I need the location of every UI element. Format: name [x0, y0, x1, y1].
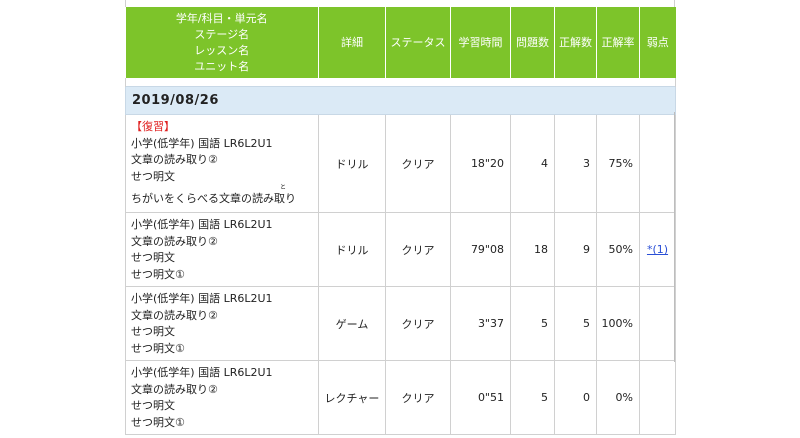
rate-cell: 0%: [596, 360, 640, 435]
study-history-table-wrap: 学年/科目・単元名 ステージ名 レッスン名 ユニット名 詳細 ステータス 学習時…: [125, 7, 676, 435]
scroll-divider: [674, 112, 675, 362]
table-row: 小学(低学年) 国語 LR6L2U1 文章の読み取り② せつ明文 せつ明文① ゲ…: [125, 286, 676, 361]
header-unit-line-2: ステージ名: [194, 27, 250, 41]
status-cell: クリア: [385, 212, 451, 287]
unit-line-unit-wrap: と ちがいをくらべる文章の読み取り: [131, 185, 318, 208]
unit-cell: 小学(低学年) 国語 LR6L2U1 文章の読み取り② せつ明文 せつ明文①: [125, 360, 319, 435]
time-cell: 0"51: [450, 360, 511, 435]
unit-line-unit: せつ明文①: [131, 341, 185, 355]
correct-cell: 5: [554, 286, 597, 361]
unit-line-grade: 小学(低学年) 国語 LR6L2U1: [131, 292, 273, 305]
time-cell: 79"08: [450, 212, 511, 287]
unit-line-lesson: せつ明文: [131, 251, 175, 264]
unit-line-unit: せつ明文①: [131, 267, 185, 281]
detail-cell: ドリル: [318, 114, 386, 213]
ruby-annotation: と: [280, 184, 287, 191]
time-cell: 3"37: [450, 286, 511, 361]
spacer-row: [125, 78, 676, 87]
unit-line-unit: せつ明文①: [131, 415, 185, 429]
unit-line-lesson: せつ明文: [131, 169, 175, 183]
detail-cell: レクチャー: [318, 360, 386, 435]
unit-cell: 【復習】 小学(低学年) 国語 LR6L2U1 文章の読み取り② せつ明文 と …: [125, 114, 319, 213]
status-cell: クリア: [385, 114, 451, 213]
study-history-table: 学年/科目・単元名 ステージ名 レッスン名 ユニット名 詳細 ステータス 学習時…: [125, 7, 676, 435]
correct-cell: 3: [554, 114, 597, 213]
rate-cell: 100%: [596, 286, 640, 361]
spacer-cell: [125, 78, 676, 87]
unit-line-grade: 小学(低学年) 国語 LR6L2U1: [131, 218, 273, 231]
detail-cell: ドリル: [318, 212, 386, 287]
header-correct: 正解数: [554, 7, 597, 78]
header-time: 学習時間: [450, 7, 511, 78]
header-unit-line-4: ユニット名: [194, 59, 250, 73]
rate-cell: 50%: [596, 212, 640, 287]
detail-cell: ゲーム: [318, 286, 386, 361]
unit-line-stage: 文章の読み取り②: [131, 382, 218, 396]
header-status: ステータス: [385, 7, 451, 78]
review-tag: 【復習】: [131, 120, 175, 133]
questions-cell: 5: [510, 286, 555, 361]
header-questions: 問題数: [510, 7, 555, 78]
unit-line-lesson: せつ明文: [131, 399, 175, 412]
date-row: 2019/08/26: [125, 86, 676, 115]
weak-cell: [639, 114, 676, 213]
unit-cell: 小学(低学年) 国語 LR6L2U1 文章の読み取り② せつ明文 せつ明文①: [125, 286, 319, 361]
status-cell: クリア: [385, 360, 451, 435]
header-rate: 正解率: [596, 7, 640, 78]
table-row: 小学(低学年) 国語 LR6L2U1 文章の読み取り② せつ明文 せつ明文① レ…: [125, 360, 676, 435]
header-unit: 学年/科目・単元名 ステージ名 レッスン名 ユニット名: [125, 7, 319, 78]
weak-point-link[interactable]: *(1): [647, 243, 668, 256]
questions-cell: 4: [510, 114, 555, 213]
weak-cell: *(1): [639, 212, 676, 287]
correct-cell: 0: [554, 360, 597, 435]
weak-cell: [639, 360, 676, 435]
table-row: 小学(低学年) 国語 LR6L2U1 文章の読み取り② せつ明文 せつ明文① ド…: [125, 212, 676, 287]
questions-cell: 18: [510, 212, 555, 287]
questions-cell: 5: [510, 360, 555, 435]
header-unit-line-1: 学年/科目・単元名: [175, 11, 268, 25]
rate-cell: 75%: [596, 114, 640, 213]
time-cell: 18"20: [450, 114, 511, 213]
weak-cell: [639, 286, 676, 361]
unit-line-stage: 文章の読み取り②: [131, 234, 218, 248]
unit-line-stage: 文章の読み取り②: [131, 308, 218, 322]
unit-line-grade: 小学(低学年) 国語 LR6L2U1: [131, 136, 273, 150]
unit-line-grade: 小学(低学年) 国語 LR6L2U1: [131, 366, 273, 379]
status-cell: クリア: [385, 286, 451, 361]
header-detail: 詳細: [318, 7, 386, 78]
table-top-edge: [125, 0, 675, 7]
unit-line-unit: ちがいをくらべる文章の読み取り: [131, 192, 296, 205]
header-row: 学年/科目・単元名 ステージ名 レッスン名 ユニット名 詳細 ステータス 学習時…: [125, 7, 676, 78]
header-unit-line-3: レッスン名: [194, 43, 250, 57]
date-label: 2019/08/26: [125, 86, 676, 115]
unit-cell: 小学(低学年) 国語 LR6L2U1 文章の読み取り② せつ明文 せつ明文①: [125, 212, 319, 287]
unit-line-lesson: せつ明文: [131, 325, 175, 338]
header-weak: 弱点: [639, 7, 676, 78]
table-row: 【復習】 小学(低学年) 国語 LR6L2U1 文章の読み取り② せつ明文 と …: [125, 114, 676, 213]
unit-line-stage: 文章の読み取り②: [131, 153, 218, 166]
correct-cell: 9: [554, 212, 597, 287]
